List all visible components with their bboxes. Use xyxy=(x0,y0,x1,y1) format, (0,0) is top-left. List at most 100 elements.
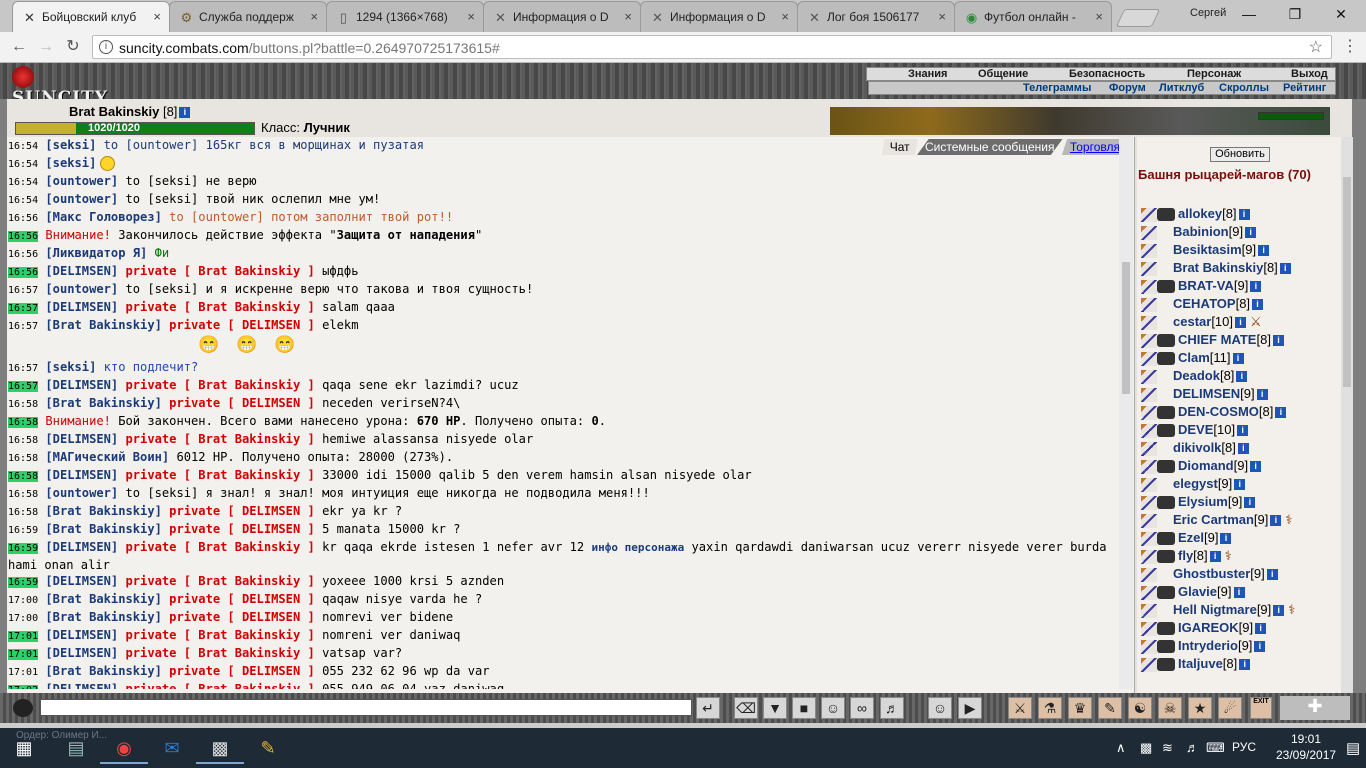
private-message-icon[interactable] xyxy=(1141,369,1157,384)
user-name[interactable]: Ghostbuster xyxy=(1173,566,1250,581)
submenu-forum[interactable]: Форум xyxy=(1109,82,1146,94)
user-info-icon[interactable]: i xyxy=(1233,587,1245,599)
user-info-icon[interactable]: i xyxy=(1238,209,1250,221)
user-info-icon[interactable]: i xyxy=(1255,623,1267,635)
address-bar[interactable]: i suncity.combats.com/buttons.pl?battle=… xyxy=(92,35,1332,59)
clan-icon[interactable] xyxy=(1157,550,1175,564)
menu-znaniya[interactable]: Знания xyxy=(908,68,947,80)
tab-close-icon[interactable]: × xyxy=(467,9,475,24)
private-tag[interactable]: private [ Brat Bakinskiy ] xyxy=(118,540,314,554)
user-info-icon[interactable]: i xyxy=(1209,551,1221,563)
outlook-icon[interactable]: ✉ xyxy=(148,732,196,764)
user-name[interactable]: BRAT-VA xyxy=(1178,278,1234,293)
private-message-icon[interactable] xyxy=(1141,405,1157,420)
user-info-icon[interactable]: i xyxy=(1237,443,1249,455)
private-message-icon[interactable] xyxy=(1141,351,1157,366)
user-name[interactable]: dikivolk xyxy=(1173,440,1221,455)
user-list-item[interactable]: elegyst[9] i xyxy=(1141,475,1341,493)
tab-close-icon[interactable]: × xyxy=(1095,9,1103,24)
profile-name[interactable]: Сергей xyxy=(1190,7,1226,19)
volume-icon[interactable]: ♬ xyxy=(1186,740,1199,755)
tab-close-icon[interactable]: × xyxy=(938,9,946,24)
clan-icon[interactable] xyxy=(1157,532,1175,546)
bag-icon[interactable]: ⚗ xyxy=(1038,697,1062,719)
user-name[interactable]: СЕНАТОР xyxy=(1173,296,1236,311)
private-message-icon[interactable] xyxy=(1141,549,1157,564)
user-info-icon[interactable]: i xyxy=(1232,353,1244,365)
player-name[interactable]: Brat Bakinskiy [8] i xyxy=(69,104,191,119)
browser-tab[interactable]: ◉ Футбол онлайн - × xyxy=(954,1,1112,32)
terminal-icon[interactable]: ▩ xyxy=(196,732,244,764)
chat-scroll-thumb[interactable] xyxy=(1122,262,1130,394)
url-text[interactable]: suncity.combats.com/buttons.pl?battle=0.… xyxy=(119,40,500,56)
chat-nick[interactable]: [DELIMSEN] xyxy=(45,646,118,660)
private-tag[interactable]: private [ Brat Bakinskiy ] xyxy=(118,574,314,588)
private-message-icon[interactable] xyxy=(1141,513,1157,528)
network-icon[interactable]: ▩ xyxy=(1140,740,1152,756)
private-message-icon[interactable] xyxy=(1141,621,1157,636)
lion-icon[interactable]: ♛ xyxy=(1068,697,1092,719)
chat-nick[interactable]: [DELIMSEN] xyxy=(45,628,118,642)
user-name[interactable]: fly xyxy=(1178,548,1193,563)
private-message-icon[interactable] xyxy=(1141,279,1157,294)
user-list-item[interactable]: DEVE[10] i xyxy=(1141,421,1341,439)
private-message-icon[interactable] xyxy=(1141,567,1157,582)
private-message-icon[interactable] xyxy=(1141,441,1157,456)
user-list-item[interactable]: Glavie[9] i xyxy=(1141,583,1341,601)
user-list-item[interactable]: DEN-COSMO[8] i xyxy=(1141,403,1341,421)
tab-close-icon[interactable]: × xyxy=(624,9,632,24)
chat-mode-icon[interactable] xyxy=(13,699,33,717)
private-message-icon[interactable] xyxy=(1141,333,1157,348)
user-info-icon[interactable]: i xyxy=(1254,641,1266,653)
clan-icon[interactable] xyxy=(1157,640,1175,654)
user-list-item[interactable]: IGAREOK[9] i xyxy=(1141,619,1341,637)
private-tag[interactable]: private [ Brat Bakinskiy ] xyxy=(118,432,314,446)
user-info-icon[interactable]: i xyxy=(1220,533,1232,545)
private-tag[interactable]: private [ DELIMSEN ] xyxy=(162,592,315,606)
tray-expand-icon[interactable]: ∧ xyxy=(1116,740,1126,756)
chat-message-input[interactable] xyxy=(40,699,692,716)
user-name[interactable]: IGAREOK xyxy=(1178,620,1239,635)
user-list-item[interactable]: Hell Nigtmare[9] i ⚕ xyxy=(1141,601,1341,619)
chat-nick[interactable]: [DELIMSEN] xyxy=(45,378,118,392)
user-info-icon[interactable]: i xyxy=(1266,569,1278,581)
inventory-icon[interactable]: ⚔ xyxy=(1008,697,1032,719)
windows-start-icon[interactable]: ▦ xyxy=(0,728,48,768)
user-list-item[interactable]: allokey[8] i xyxy=(1141,205,1341,223)
private-tag[interactable]: private [ Brat Bakinskiy ] xyxy=(118,300,314,314)
clan-icon[interactable] xyxy=(1157,622,1175,636)
user-list-item[interactable]: BRAT-VA[9] i xyxy=(1141,277,1341,295)
chat-nick[interactable]: [Ликвидатор Я] xyxy=(45,246,147,260)
speed-icon[interactable]: ▶ xyxy=(958,697,982,719)
user-scroll-thumb[interactable] xyxy=(1343,177,1351,387)
user-info-icon[interactable]: i xyxy=(1236,371,1248,383)
private-tag[interactable]: private [ Brat Bakinskiy ] xyxy=(118,682,314,689)
chat-nick[interactable]: [МАГический Воин] xyxy=(45,450,169,464)
browser-tab[interactable]: ✕ Бойцовский клуб × xyxy=(12,1,170,32)
translit-icon[interactable]: ∞ xyxy=(850,697,874,719)
user-list-item[interactable]: fly[8] i ⚕ xyxy=(1141,547,1341,565)
menu-exit[interactable]: Выход xyxy=(1291,68,1328,80)
refresh-button[interactable]: Обновить xyxy=(1210,147,1270,162)
user-name[interactable]: Intryderio xyxy=(1178,638,1238,653)
user-name[interactable]: CHIEF MATE xyxy=(1178,332,1256,347)
user-info-icon[interactable]: i xyxy=(1237,425,1249,437)
menu-personazh[interactable]: Персонаж xyxy=(1187,68,1241,80)
forward-icon[interactable]: → xyxy=(35,36,57,58)
user-list-item[interactable]: Deadok[8] i xyxy=(1141,367,1341,385)
player-info-icon[interactable]: i xyxy=(179,107,191,119)
private-message-icon[interactable] xyxy=(1141,207,1157,222)
private-message-icon[interactable] xyxy=(1141,297,1157,312)
private-tag[interactable]: private [ DELIMSEN ] xyxy=(162,396,315,410)
private-message-icon[interactable] xyxy=(1141,495,1157,510)
chat-nick[interactable]: [DELIMSEN] xyxy=(45,468,118,482)
private-message-icon[interactable] xyxy=(1141,531,1157,546)
private-tag[interactable]: private [ Brat Bakinskiy ] xyxy=(118,378,314,392)
clan-icon[interactable] xyxy=(1157,406,1175,420)
submenu-telegrams[interactable]: Телеграммы xyxy=(1023,82,1091,94)
private-message-icon[interactable] xyxy=(1141,225,1157,240)
chat-nick[interactable]: [Brat Bakinskiy] xyxy=(45,504,162,518)
browser-tab[interactable]: ✕ Информация о D × xyxy=(640,1,798,32)
menu-bezopasnost[interactable]: Безопасность xyxy=(1069,68,1145,80)
user-name[interactable]: DELIMSEN xyxy=(1173,386,1240,401)
